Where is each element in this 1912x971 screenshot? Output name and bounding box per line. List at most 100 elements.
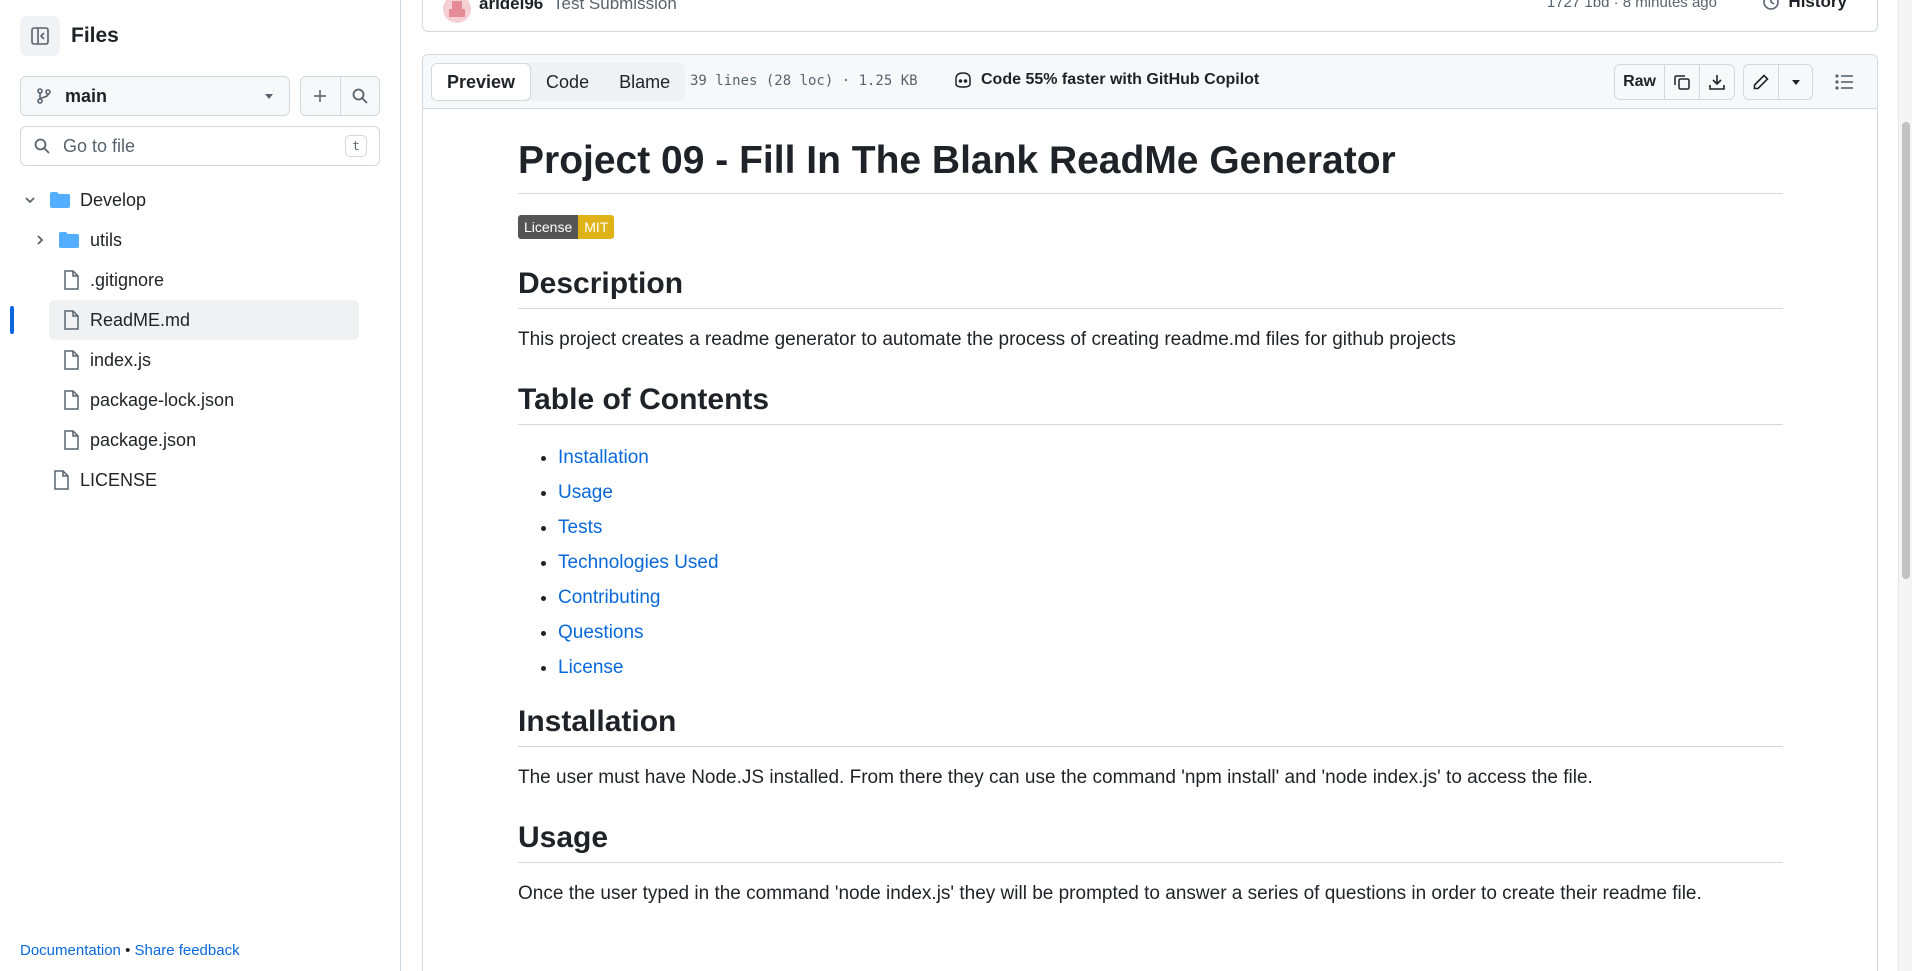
- list-item: Contributing: [558, 580, 1783, 615]
- list-item: Technologies Used: [558, 545, 1783, 580]
- tree-item-package-json[interactable]: package.json: [0, 420, 400, 460]
- toc-heading: Table of Contents: [518, 383, 1783, 425]
- toc-link-technologies[interactable]: Technologies Used: [558, 552, 719, 573]
- file-actions: Raw: [1614, 63, 1863, 101]
- tree-item-develop[interactable]: Develop: [0, 180, 400, 220]
- usage-heading: Usage: [518, 821, 1783, 863]
- list-item: Questions: [558, 615, 1783, 650]
- copilot-label: Code 55% faster with GitHub Copilot: [981, 71, 1260, 88]
- scrollbar-thumb[interactable]: [1902, 122, 1910, 579]
- tree-item-label: .gitignore: [90, 269, 165, 290]
- app: Files main t: [0, 0, 1912, 971]
- edit-dropdown-button[interactable]: [1778, 65, 1812, 99]
- history-label: History: [1788, 0, 1847, 11]
- pencil-icon: [1753, 74, 1769, 90]
- list-item: Tests: [558, 510, 1783, 545]
- usage-text: Once the user typed in the command 'node…: [518, 883, 1702, 904]
- folder-open-icon: [49, 189, 71, 211]
- branch-selector[interactable]: main: [20, 76, 290, 116]
- tree-item-gitignore[interactable]: .gitignore: [0, 260, 400, 300]
- tab-blame[interactable]: Blame: [604, 63, 685, 101]
- selected-indicator: [10, 306, 14, 334]
- file-stats: 39 lines (28 loc) · 1.25 KB: [690, 73, 918, 89]
- author-avatar[interactable]: [443, 0, 471, 23]
- collapse-sidebar-button[interactable]: [20, 16, 60, 56]
- toc-link-usage[interactable]: Usage: [558, 482, 613, 503]
- history-icon: [1763, 0, 1780, 10]
- installation-heading: Installation: [518, 705, 1783, 747]
- add-file-button[interactable]: [301, 77, 340, 115]
- view-mode-tabs: Preview Code Blame: [431, 63, 686, 101]
- list-unordered-icon: [1835, 74, 1853, 90]
- description-heading: Description: [518, 267, 1783, 309]
- file-viewer-header: Preview Code Blame 39 lines (28 loc) · 1…: [423, 55, 1877, 109]
- license-badge[interactable]: License MIT: [518, 215, 615, 239]
- file-icon: [50, 469, 72, 491]
- go-to-file-input[interactable]: [63, 135, 345, 157]
- footer-separator: •: [125, 942, 131, 959]
- search-files-button[interactable]: [339, 77, 380, 115]
- markdown-body: Project 09 - Fill In The Blank ReadMe Ge…: [518, 111, 1783, 908]
- tree-item-label: ReadME.md: [90, 309, 191, 330]
- plus-icon: [314, 90, 327, 102]
- toc-link-license[interactable]: License: [558, 657, 624, 678]
- file-icon: [60, 389, 82, 411]
- toc-list: Installation Usage Tests Technologies Us…: [518, 440, 1783, 685]
- branch-name: main: [65, 85, 108, 106]
- share-feedback-link[interactable]: Share feedback: [135, 942, 240, 959]
- latest-commit-bar: aridel96 Test Submission 1727 1bd · 8 mi…: [422, 0, 1878, 32]
- list-item: License: [558, 650, 1783, 685]
- git-branch-icon: [37, 88, 51, 104]
- toc-link-questions[interactable]: Questions: [558, 622, 644, 643]
- file-tree-sidebar: Files main t: [0, 0, 401, 971]
- chevron-right-icon[interactable]: [32, 232, 48, 248]
- commit-meta[interactable]: 1727 1bd · 8 minutes ago: [1547, 0, 1717, 11]
- readme-title: Project 09 - Fill In The Blank ReadMe Ge…: [518, 111, 1783, 194]
- outline-button[interactable]: [1827, 64, 1863, 100]
- sidebar-action-group: [300, 76, 380, 116]
- edit-group: [1743, 64, 1813, 100]
- copilot-promo[interactable]: Code 55% faster with GitHub Copilot: [953, 71, 1259, 89]
- tree-item-utils[interactable]: utils: [0, 220, 400, 260]
- tree-item-label: Develop: [80, 189, 147, 210]
- commit-author[interactable]: aridel96: [479, 0, 543, 14]
- file-tree: Develop utils .gitignore ReadME.md index…: [0, 180, 400, 500]
- edit-button[interactable]: [1744, 65, 1778, 99]
- go-to-file-box: t: [20, 126, 380, 166]
- caret-down-icon: [265, 94, 273, 99]
- documentation-link[interactable]: Documentation: [20, 942, 121, 959]
- tree-item-label: package.json: [90, 429, 197, 450]
- tree-item-package-lock[interactable]: package-lock.json: [0, 380, 400, 420]
- tree-item-license[interactable]: LICENSE: [0, 460, 400, 500]
- badge-value: MIT: [578, 215, 615, 239]
- description-text: This project creates a readme generator …: [518, 329, 1456, 350]
- tree-item-readme[interactable]: ReadME.md: [0, 300, 400, 340]
- list-item: Usage: [558, 475, 1783, 510]
- chevron-down-icon[interactable]: [22, 192, 38, 208]
- tree-item-label: package-lock.json: [90, 389, 235, 410]
- toc-link-contributing[interactable]: Contributing: [558, 587, 660, 608]
- history-button[interactable]: History: [1762, 0, 1847, 12]
- download-icon: [1709, 75, 1725, 90]
- file-icon: [60, 349, 82, 371]
- copy-icon: [1674, 75, 1690, 90]
- tab-code[interactable]: Code: [531, 63, 604, 101]
- tree-item-label: utils: [90, 229, 123, 250]
- tab-preview[interactable]: Preview: [431, 63, 532, 101]
- download-button[interactable]: [1699, 65, 1734, 99]
- toc-link-installation[interactable]: Installation: [558, 447, 649, 468]
- search-icon: [34, 138, 50, 154]
- copy-raw-button[interactable]: [1664, 65, 1699, 99]
- raw-button[interactable]: Raw: [1615, 65, 1664, 99]
- copilot-icon: [955, 72, 971, 88]
- raw-copy-download-group: Raw: [1614, 64, 1735, 100]
- toc-link-tests[interactable]: Tests: [558, 517, 602, 538]
- sidebar-header: Files: [20, 16, 119, 56]
- page-scrollbar[interactable]: [1898, 0, 1912, 971]
- sidebar-footer: Documentation • Share feedback: [20, 942, 240, 959]
- commit-message[interactable]: Test Submission: [553, 0, 677, 14]
- folder-icon: [58, 229, 80, 251]
- tree-item-index-js[interactable]: index.js: [0, 340, 400, 380]
- caret-down-icon: [1791, 80, 1800, 85]
- keyboard-shortcut-hint: t: [345, 135, 367, 157]
